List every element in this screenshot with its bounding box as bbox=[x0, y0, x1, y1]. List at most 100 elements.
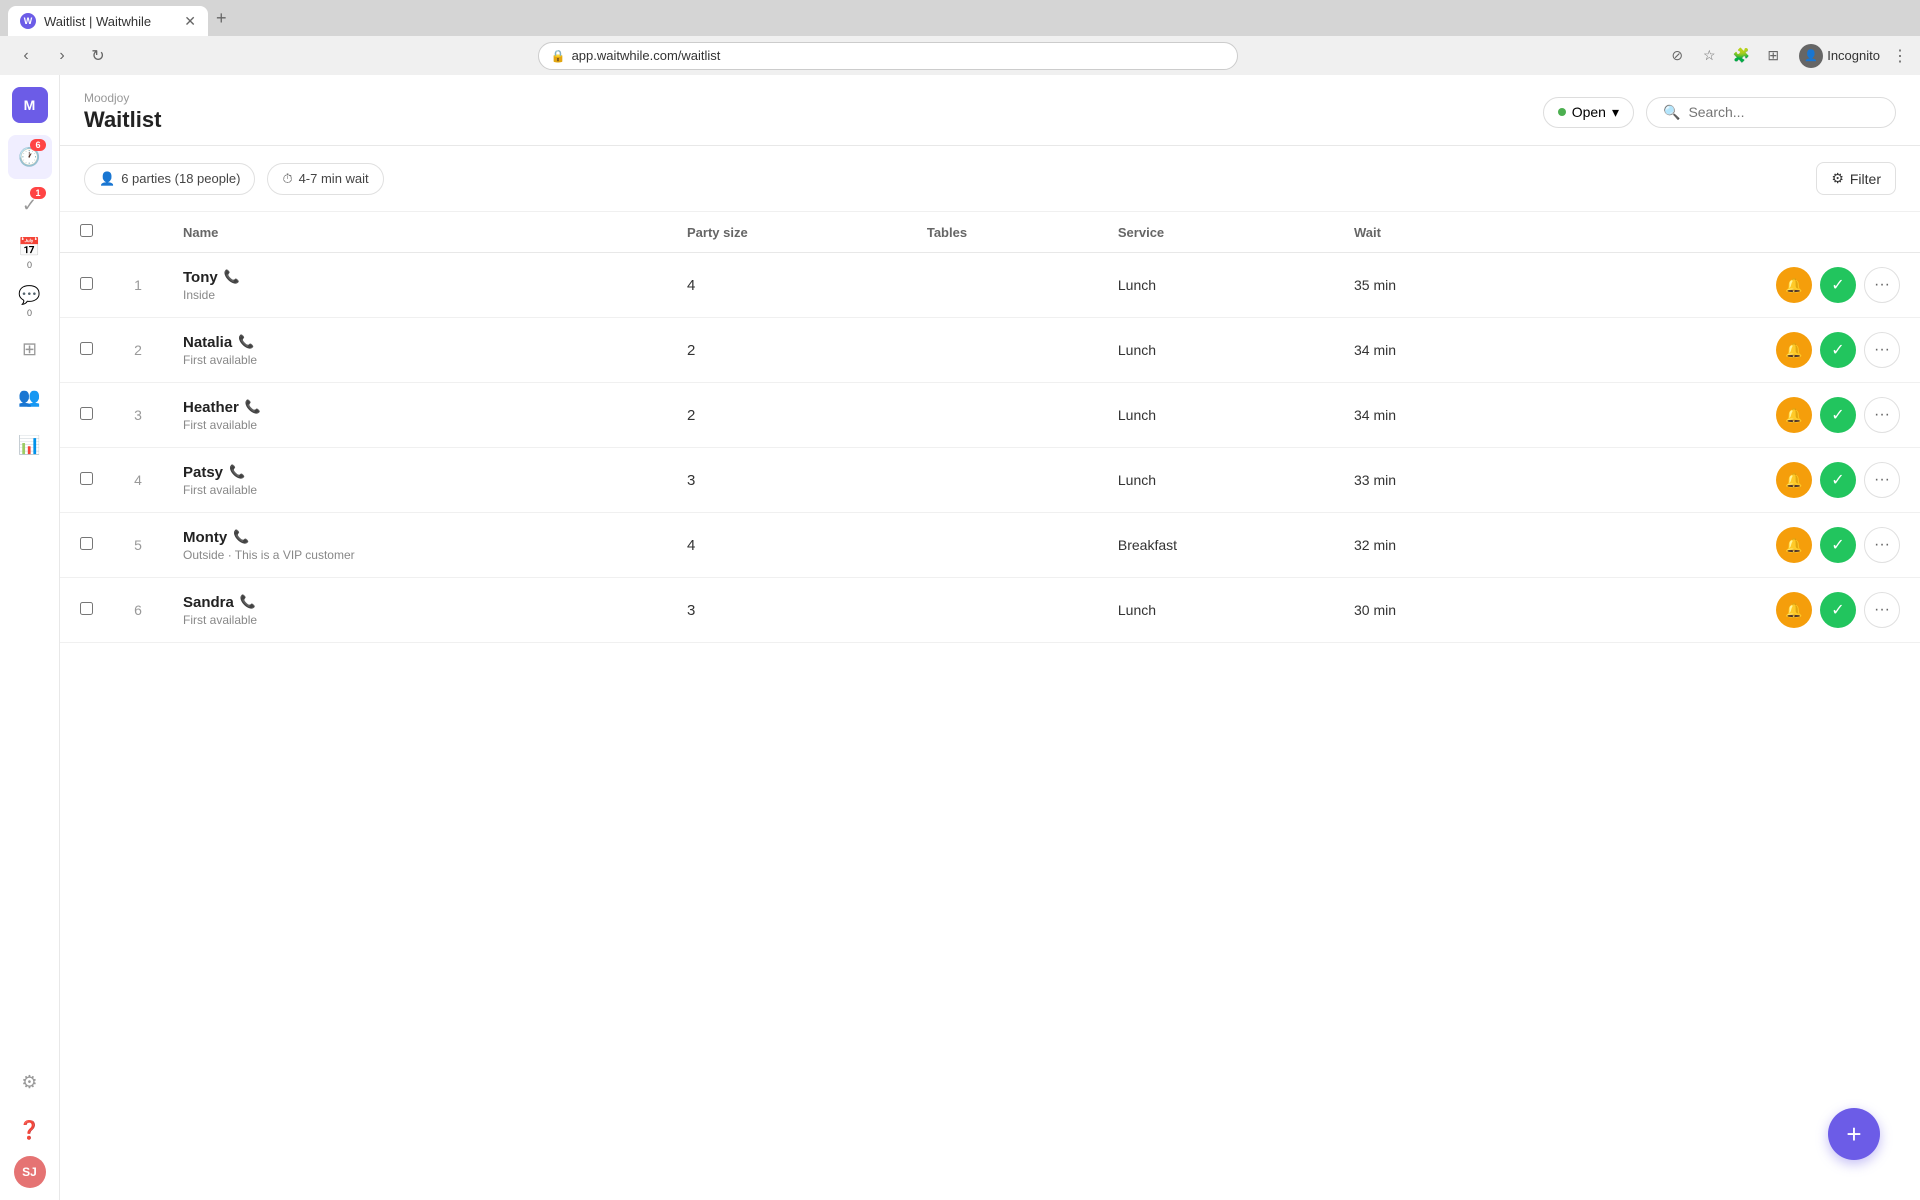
reload-button[interactable]: ↻ bbox=[84, 42, 112, 70]
notify-button[interactable]: 🔔 bbox=[1776, 267, 1812, 303]
sidebar-item-grid[interactable]: ⊞ bbox=[8, 327, 52, 371]
extensions-button[interactable]: 🧩 bbox=[1727, 42, 1755, 70]
add-fab-button[interactable]: + bbox=[1828, 1108, 1880, 1160]
row-service: Breakfast bbox=[1098, 513, 1334, 578]
header-left: Moodjoy Waitlist bbox=[84, 91, 161, 133]
cast-button[interactable]: ⊘ bbox=[1663, 42, 1691, 70]
filter-button[interactable]: ⚙ Filter bbox=[1816, 162, 1896, 195]
sidebar-item-timer[interactable]: 🕐 6 bbox=[8, 135, 52, 179]
more-button[interactable]: ··· bbox=[1864, 527, 1900, 563]
th-wait: Wait bbox=[1334, 212, 1529, 253]
table-row: 1Tony 📞Inside4Lunch35 min 🔔 ✓ ··· bbox=[60, 253, 1920, 318]
row-actions: 🔔 ✓ ··· bbox=[1549, 332, 1900, 368]
row-checkbox[interactable] bbox=[80, 277, 93, 290]
notify-button[interactable]: 🔔 bbox=[1776, 332, 1812, 368]
search-box[interactable]: 🔍 bbox=[1646, 97, 1896, 128]
th-num bbox=[113, 212, 163, 253]
parties-icon: 👤 bbox=[99, 171, 115, 187]
browser-menu-button[interactable]: ⋮ bbox=[1892, 46, 1908, 66]
search-input[interactable] bbox=[1688, 104, 1879, 120]
notify-button[interactable]: 🔔 bbox=[1776, 592, 1812, 628]
address-bar[interactable]: 🔒 app.waitwhile.com/waitlist bbox=[538, 42, 1238, 70]
notify-button[interactable]: 🔔 bbox=[1776, 397, 1812, 433]
row-service: Lunch bbox=[1098, 448, 1334, 513]
row-actions: 🔔 ✓ ··· bbox=[1549, 462, 1900, 498]
th-name: Name bbox=[163, 212, 667, 253]
more-button[interactable]: ··· bbox=[1864, 592, 1900, 628]
bookmark-button[interactable]: ☆ bbox=[1695, 42, 1723, 70]
more-button[interactable]: ··· bbox=[1864, 462, 1900, 498]
tab-favicon: W bbox=[20, 13, 36, 29]
tab-bar: W Waitlist | Waitwhile ✕ + bbox=[0, 0, 1920, 36]
status-button[interactable]: Open ▾ bbox=[1543, 97, 1634, 128]
browser-toolbar: ‹ › ↻ 🔒 app.waitwhile.com/waitlist ⊘ ☆ 🧩… bbox=[0, 36, 1920, 75]
row-name-text: Patsy bbox=[183, 464, 223, 481]
checkin-button[interactable]: ✓ bbox=[1820, 527, 1856, 563]
forward-button[interactable]: › bbox=[48, 42, 76, 70]
active-tab[interactable]: W Waitlist | Waitwhile ✕ bbox=[8, 6, 208, 36]
calendar-badge: 0 bbox=[27, 260, 32, 270]
sidebar-user-avatar[interactable]: SJ bbox=[14, 1156, 46, 1188]
row-party-size: 2 bbox=[667, 318, 907, 383]
table-row: 2Natalia 📞First available2Lunch34 min 🔔 … bbox=[60, 318, 1920, 383]
profile-button[interactable]: ⊞ bbox=[1759, 42, 1787, 70]
more-button[interactable]: ··· bbox=[1864, 332, 1900, 368]
sidebar-item-settings[interactable]: ⚙ bbox=[8, 1060, 52, 1104]
more-button[interactable]: ··· bbox=[1864, 267, 1900, 303]
incognito-label: Incognito bbox=[1827, 48, 1880, 63]
row-checkbox[interactable] bbox=[80, 407, 93, 420]
row-checkbox[interactable] bbox=[80, 472, 93, 485]
incognito-button[interactable]: 👤 Incognito bbox=[1791, 40, 1888, 72]
sidebar-logo[interactable]: M bbox=[12, 87, 48, 123]
status-label: Open bbox=[1572, 104, 1606, 120]
browser-chrome: W Waitlist | Waitwhile ✕ + ‹ › ↻ 🔒 app.w… bbox=[0, 0, 1920, 75]
row-checkbox[interactable] bbox=[80, 537, 93, 550]
th-checkbox bbox=[60, 212, 113, 253]
row-name-cell[interactable]: Monty 📞Outside · This is a VIP customer bbox=[163, 513, 667, 578]
row-name-sub: Outside · This is a VIP customer bbox=[183, 548, 647, 562]
row-number: 2 bbox=[113, 318, 163, 383]
row-name-cell[interactable]: Tony 📞Inside bbox=[163, 253, 667, 318]
tab-close-button[interactable]: ✕ bbox=[184, 13, 196, 30]
checkin-button[interactable]: ✓ bbox=[1820, 592, 1856, 628]
back-button[interactable]: ‹ bbox=[12, 42, 40, 70]
checkin-button[interactable]: ✓ bbox=[1820, 267, 1856, 303]
row-name-cell[interactable]: Natalia 📞First available bbox=[163, 318, 667, 383]
sidebar-item-chat[interactable]: 💬 0 bbox=[8, 279, 52, 323]
notify-button[interactable]: 🔔 bbox=[1776, 462, 1812, 498]
chat-icon: 💬 bbox=[18, 285, 40, 306]
select-all-checkbox[interactable] bbox=[80, 224, 93, 237]
row-checkbox[interactable] bbox=[80, 342, 93, 355]
notify-button[interactable]: 🔔 bbox=[1776, 527, 1812, 563]
sidebar-item-users[interactable]: 👥 bbox=[8, 375, 52, 419]
new-tab-button[interactable]: + bbox=[208, 8, 235, 29]
calendar-icon: 📅 bbox=[18, 237, 40, 258]
sidebar-item-analytics[interactable]: 📊 bbox=[8, 423, 52, 467]
row-checkbox-cell bbox=[60, 513, 113, 578]
row-name-cell[interactable]: Sandra 📞First available bbox=[163, 578, 667, 643]
row-name-sub: First available bbox=[183, 483, 647, 497]
row-name-cell[interactable]: Heather 📞First available bbox=[163, 383, 667, 448]
row-name-primary: Natalia 📞 bbox=[183, 334, 647, 351]
sidebar-item-calendar[interactable]: 📅 0 bbox=[8, 231, 52, 275]
th-tables: Tables bbox=[907, 212, 1098, 253]
row-checkbox-cell bbox=[60, 253, 113, 318]
checkin-button[interactable]: ✓ bbox=[1820, 397, 1856, 433]
row-checkbox[interactable] bbox=[80, 602, 93, 615]
row-wait: 32 min bbox=[1334, 513, 1529, 578]
checkin-button[interactable]: ✓ bbox=[1820, 332, 1856, 368]
phone-icon: 📞 bbox=[224, 269, 240, 285]
checkin-button[interactable]: ✓ bbox=[1820, 462, 1856, 498]
row-checkbox-cell bbox=[60, 318, 113, 383]
wait-chip: ⏱ 4-7 min wait bbox=[267, 163, 383, 195]
phone-icon: 📞 bbox=[233, 529, 249, 545]
sidebar-item-check[interactable]: ✓ 1 bbox=[8, 183, 52, 227]
row-name-cell[interactable]: Patsy 📞First available bbox=[163, 448, 667, 513]
waitlist-table: Name Party size Tables Service Wait 1Ton… bbox=[60, 212, 1920, 643]
timer-badge: 6 bbox=[30, 139, 45, 151]
table-row: 5Monty 📞Outside · This is a VIP customer… bbox=[60, 513, 1920, 578]
more-button[interactable]: ··· bbox=[1864, 397, 1900, 433]
app-container: M 🕐 6 ✓ 1 📅 0 💬 0 ⊞ 👥 📊 ⚙ bbox=[0, 75, 1920, 1200]
row-party-size: 4 bbox=[667, 253, 907, 318]
sidebar-item-help[interactable]: ❓ bbox=[8, 1108, 52, 1152]
